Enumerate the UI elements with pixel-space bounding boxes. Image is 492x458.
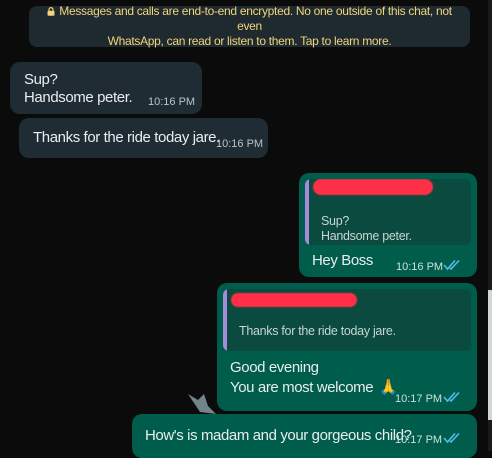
- read-receipt-icon: [443, 432, 460, 444]
- encryption-notice[interactable]: Messages and calls are end-to-end encryp…: [29, 4, 470, 48]
- message-bubble-outgoing[interactable]: Thanks for the ride today jare. Good eve…: [217, 283, 477, 411]
- reply-quote-bar: [223, 289, 227, 351]
- read-receipt-icon: [443, 391, 460, 403]
- reply-quote[interactable]: Thanks for the ride today jare.: [223, 289, 471, 351]
- reply-quote-bar: [305, 179, 309, 245]
- message-time: 10:16 PM: [148, 96, 196, 108]
- message-time: 10:17 PM: [395, 393, 443, 405]
- message-bubble-incoming[interactable]: Sup? Handsome peter. 10:16 PM: [10, 62, 202, 114]
- message-text: You are most welcome 🙏: [230, 378, 398, 397]
- lock-icon: [47, 7, 55, 16]
- message-text: Sup?: [24, 71, 58, 88]
- message-text: Handsome peter.: [24, 89, 133, 106]
- message-text: Hey Boss: [312, 252, 373, 269]
- message-bubble-incoming[interactable]: Thanks for the ride today jare. 10:16 PM: [19, 118, 268, 158]
- message-text: Good evening: [230, 359, 319, 376]
- reply-quote[interactable]: Sup? Handsome peter.: [305, 179, 471, 245]
- redacted-sender-name: [231, 293, 357, 307]
- redacted-sender-name: [313, 179, 433, 195]
- message-text: Thanks for the ride today jare.: [33, 129, 220, 146]
- message-time: 10:16 PM: [216, 138, 264, 150]
- message-text-line: You are most welcome: [230, 379, 374, 396]
- reply-quote-text: Thanks for the ride today jare.: [239, 324, 396, 338]
- message-time: 10:17 PM: [395, 434, 443, 446]
- message-bubble-outgoing[interactable]: Sup? Handsome peter. Hey Boss 10:16 PM: [299, 173, 477, 277]
- message-bubble-outgoing[interactable]: How's is madam and your gorgeous child? …: [132, 414, 477, 458]
- reply-quote-text: Handsome peter.: [321, 229, 412, 243]
- read-receipt-icon: [443, 259, 460, 271]
- reply-quote-text: Sup?: [321, 214, 349, 228]
- scrollbar-thumb[interactable]: [488, 290, 492, 420]
- encryption-notice-line2: WhatsApp, can read or listen to them. Ta…: [107, 34, 392, 48]
- message-time: 10:16 PM: [396, 261, 444, 273]
- message-text: How's is madam and your gorgeous child?: [145, 427, 412, 444]
- encryption-notice-line1: Messages and calls are end-to-end encryp…: [59, 4, 452, 33]
